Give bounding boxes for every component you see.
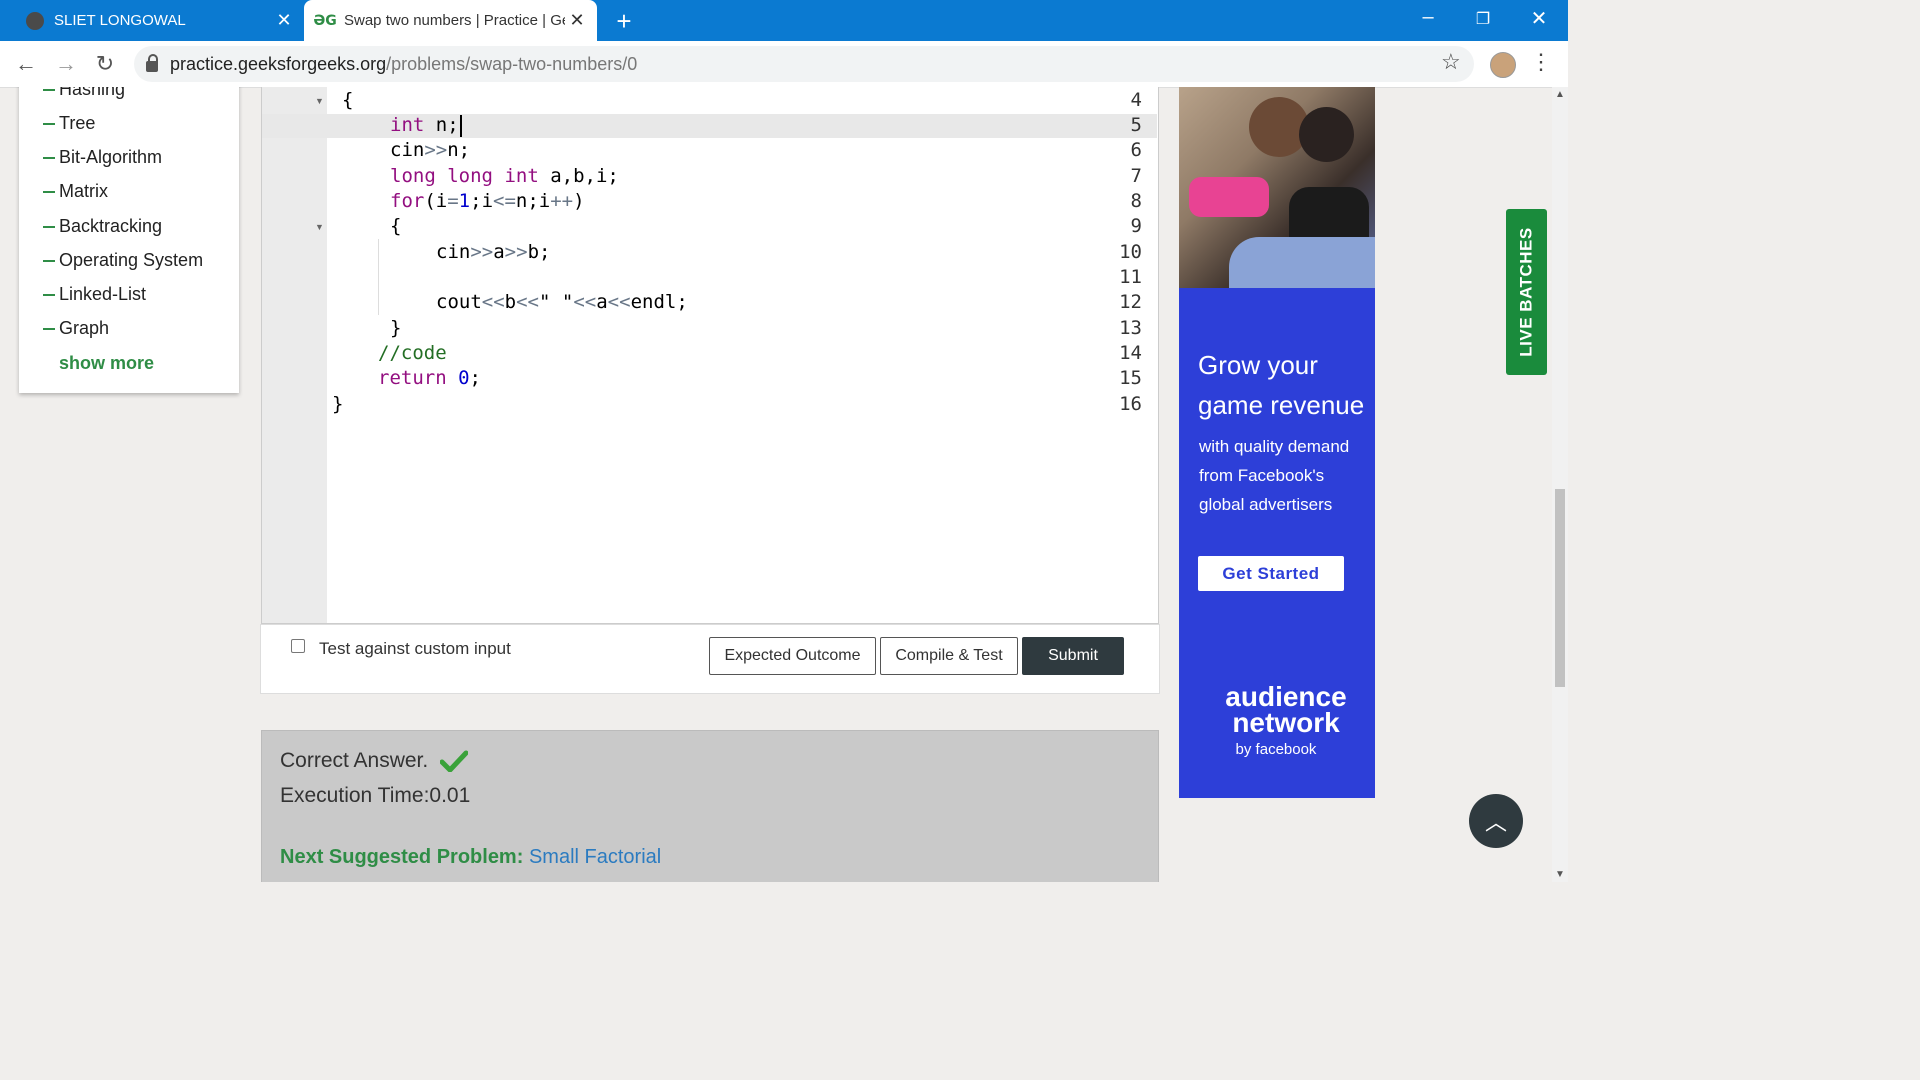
close-tab-icon[interactable]: ✕ (565, 10, 589, 31)
next-suggested-problem: Next Suggested Problem: Small Factorial (280, 846, 661, 869)
code-line: //code (378, 342, 447, 364)
indent-guide (378, 239, 379, 315)
new-tab-plus-icon[interactable]: + (612, 6, 636, 37)
line-number: 14 (1119, 342, 1142, 364)
lock-icon (146, 53, 158, 72)
browser-tab-bar: SLIET LONGOWAL ✕ ƏG Swap two numbers | P… (0, 0, 1568, 41)
line-number: 5 (1130, 114, 1142, 136)
sidebar-item-tree[interactable]: Tree (43, 113, 95, 134)
line-number-gutter (262, 87, 327, 623)
next-problem-link[interactable]: Small Factorial (529, 846, 661, 868)
sidebar-item-operating-system[interactable]: Operating System (43, 250, 203, 271)
sidebar-item-linked-list[interactable]: Linked-List (43, 284, 146, 305)
line-number: 8 (1130, 190, 1142, 212)
tab-title: SLIET LONGOWAL (54, 12, 186, 29)
line-number: 4 (1130, 89, 1142, 111)
url-text: practice.geeksforgeeks.org/problems/swap… (170, 53, 638, 74)
live-batches-tab[interactable]: LIVE BATCHES (1506, 209, 1547, 375)
code-line: cin>>n; (390, 139, 471, 161)
sidebar-item-bit-algorithm[interactable]: Bit-Algorithm (43, 147, 162, 168)
ad-brand-logo: audience network (1225, 681, 1347, 738)
topic-sidebar: Hashing Tree Bit-Algorithm Matrix Backtr… (19, 87, 239, 393)
line-number: 13 (1119, 317, 1142, 339)
text-cursor (459, 114, 462, 137)
scroll-down-arrow-icon[interactable]: ▼ (1555, 869, 1565, 880)
line-number: 15 (1119, 367, 1142, 389)
ad-brand-by: by facebook (1235, 741, 1317, 758)
tab-swap-two-numbers[interactable]: ƏG Swap two numbers | Practice | Ge ✕ (304, 0, 597, 41)
sidebar-item-matrix[interactable]: Matrix (43, 181, 108, 202)
tab-sliet[interactable]: SLIET LONGOWAL ✕ (14, 0, 304, 41)
scroll-to-top-chevron-icon[interactable]: ︿ (1469, 794, 1523, 848)
sidebar-item-hashing[interactable]: Hashing (43, 87, 125, 100)
ad-photo (1179, 87, 1375, 288)
line-number: 12 (1119, 291, 1142, 313)
code-line: int n; (390, 114, 462, 137)
custom-input-checkbox[interactable] (291, 639, 305, 653)
line-number: 11 (1119, 266, 1142, 288)
back-arrow-icon[interactable]: ← (12, 51, 40, 77)
result-status: Correct Answer. (280, 749, 469, 773)
fold-arrow-icon[interactable]: ▼ (315, 96, 324, 106)
tab-title: Swap two numbers | Practice | Ge (344, 12, 565, 29)
execution-time: Execution Time:0.01 (280, 784, 471, 807)
profile-avatar[interactable] (1490, 52, 1516, 78)
ad-headline: game revenue (1198, 390, 1365, 420)
next-problem-label: Next Suggested Problem: (280, 846, 524, 868)
ad-get-started-button[interactable]: Get Started (1198, 556, 1344, 591)
line-number: 6 (1130, 139, 1142, 161)
reload-icon[interactable]: ↻ (91, 51, 119, 77)
gfg-favicon-icon: ƏG (313, 12, 337, 29)
code-line: } (390, 317, 402, 339)
address-bar-row: ← → ↻ practice.geeksforgeeks.org/problem… (0, 41, 1568, 88)
line-number: 16 (1119, 393, 1142, 415)
line-number: 7 (1130, 165, 1142, 187)
bookmark-star-icon[interactable]: ☆ (1441, 49, 1461, 75)
minimize-icon[interactable]: – (1408, 6, 1448, 29)
close-window-icon[interactable]: ✕ (1519, 6, 1559, 31)
ad-subtext: global advertisers (1199, 495, 1333, 514)
code-line: for(i=1;i<=n;i++) (390, 190, 585, 212)
result-panel: Correct Answer. Execution Time:0.01 Next… (261, 730, 1159, 882)
page-content: Hashing Tree Bit-Algorithm Matrix Backtr… (0, 87, 1552, 882)
compile-test-button[interactable]: Compile & Test (880, 637, 1018, 675)
ad-headline: Grow your (1198, 350, 1318, 380)
close-tab-icon[interactable]: ✕ (272, 10, 296, 31)
show-more-link[interactable]: show more (59, 353, 154, 374)
sidebar-item-backtracking[interactable]: Backtracking (43, 216, 162, 237)
code-line: long long int a,b,i; (390, 165, 619, 187)
restore-icon[interactable]: ❐ (1463, 9, 1503, 29)
sidebar-item-graph[interactable]: Graph (43, 318, 109, 339)
expected-outcome-button[interactable]: Expected Outcome (709, 637, 876, 675)
ad-subtext: with quality demand (1199, 437, 1350, 456)
code-editor[interactable]: 4 ▼ 5 6 7 8 9 ▼ 10 11 12 13 14 15 16 { i… (261, 87, 1159, 624)
code-line: cin>>a>>b; (436, 241, 551, 263)
scroll-up-arrow-icon[interactable]: ▲ (1555, 89, 1565, 100)
code-line: { (390, 215, 402, 237)
custom-input-label: Test against custom input (319, 639, 511, 658)
line-number: 9 (1130, 215, 1142, 237)
kebab-menu-icon[interactable]: ⋮ (1530, 49, 1552, 75)
code-line: return 0; (378, 367, 481, 389)
editor-actions: Test against custom input Expected Outco… (260, 624, 1160, 694)
code-line: } (332, 393, 344, 415)
globe-icon (26, 11, 44, 30)
fold-arrow-icon[interactable]: ▼ (315, 222, 324, 232)
code-line: cout<<b<<" "<<a<<endl; (436, 291, 688, 313)
line-number: 10 (1119, 241, 1142, 263)
code-line: { (342, 89, 354, 111)
forward-arrow-icon[interactable]: → (52, 51, 80, 77)
check-mark-icon (440, 750, 469, 773)
submit-button[interactable]: Submit (1022, 637, 1124, 675)
page-scrollbar[interactable]: ▲ ▼ (1552, 87, 1568, 882)
url-bar[interactable]: practice.geeksforgeeks.org/problems/swap… (134, 46, 1474, 82)
scrollbar-thumb[interactable] (1555, 489, 1565, 687)
ad-subtext: from Facebook's (1199, 466, 1325, 485)
facebook-audience-network-ad[interactable]: Grow your game revenue with quality dema… (1179, 87, 1375, 798)
